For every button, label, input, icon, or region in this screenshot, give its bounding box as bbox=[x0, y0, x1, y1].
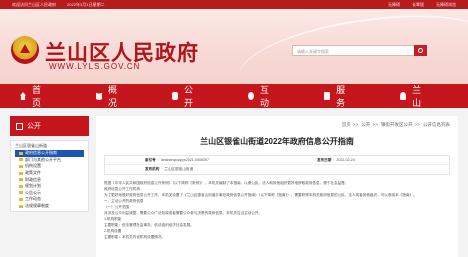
site-url: WWW.LYLS.GOV.CN bbox=[49, 62, 141, 71]
sidebar-tree: 兰山区银雀山街道 政府信息公开指南 部门与其他公开平台 机构设置 政策文件 财政… bbox=[10, 140, 89, 213]
folder-icon bbox=[19, 184, 23, 188]
sidebar-item-label: 法规规章制度 bbox=[25, 203, 49, 209]
sidebar-item-label: 公告公示 bbox=[25, 189, 41, 195]
meta-index: 索引号: lanshanquyq/ys2021-0006397 bbox=[145, 157, 209, 162]
sidebar-item-regulations[interactable]: 法规规章制度 bbox=[15, 203, 84, 210]
meta-row: 发布机构: 兰山区银雀山街道 bbox=[105, 165, 449, 174]
meta-date: 发布日期: 2022-02-24 bbox=[317, 157, 355, 162]
meta-org-value: 兰山区银雀山街道 bbox=[164, 167, 194, 171]
top-bar-links: 无障碍 长辈版 无障碍浏览 bbox=[388, 2, 456, 8]
meta-org-label: 发布机构 bbox=[145, 167, 160, 171]
accessibility-link[interactable]: 无障碍 bbox=[388, 2, 400, 8]
nav-item-public[interactable]: 公开 bbox=[172, 83, 196, 109]
document-meta: 索引号: lanshanquyq/ys2021-0006397 发布日期: 20… bbox=[104, 155, 450, 175]
sidebar: 公开 兰山区银雀山街道 政府信息公开指南 部门与其他公开平台 机构设置 政策文件… bbox=[10, 116, 89, 257]
breadcrumb: 首页 >> 公开 >> 镇街开发区公开 >> 公开信息列表 bbox=[341, 122, 450, 127]
sidebar-item-policies[interactable]: 政策文件 bbox=[15, 170, 84, 177]
meta-row: 索引号: lanshanquyq/ys2021-0006397 发布日期: 20… bbox=[105, 156, 449, 165]
meta-index-label: 索引号 bbox=[145, 157, 156, 162]
nav-label: 概况 bbox=[108, 85, 118, 108]
folder-icon bbox=[19, 158, 23, 162]
search-icon bbox=[418, 48, 423, 53]
sidebar-item-label: 机构设置 bbox=[25, 163, 41, 169]
top-bar-left: 欢迎访问兰山区人民政府 2022年3月1日星期二 bbox=[12, 2, 114, 8]
nav-item-service[interactable]: 服务 bbox=[324, 83, 348, 109]
people-icon bbox=[400, 92, 407, 100]
meta-index-value: lanshanquyq/ys2021-0006397 bbox=[160, 157, 209, 162]
main-area: 公开 兰山区银雀山街道 政府信息公开指南 部门与其他公开平台 机构设置 政策文件… bbox=[0, 108, 468, 257]
site-header: 兰山区人民政府 WWW.LYLS.GOV.CN 请输入关键字搜索 bbox=[0, 9, 468, 84]
nav-label: 互动 bbox=[260, 85, 270, 108]
breadcrumb-town[interactable]: 镇街开发区公开 bbox=[381, 122, 413, 127]
sidebar-heading: 公开 bbox=[10, 116, 89, 136]
sidebar-item-label: 部门与其他公开平台 bbox=[25, 156, 61, 162]
body-paragraph: 为了更好地做好政府信息公开工作，本机关设置了《兰山区银雀山街道办事处政府信息公开… bbox=[104, 193, 417, 197]
nav-item-interaction[interactable]: 互动 bbox=[248, 83, 272, 109]
sidebar-item-organization[interactable]: 机构设置 bbox=[15, 163, 84, 170]
nav-item-home[interactable]: 首页 bbox=[20, 83, 44, 109]
nav-item-lanshan[interactable]: 兰山 bbox=[400, 83, 424, 109]
national-emblem-icon bbox=[11, 36, 39, 64]
nav-label: 首页 bbox=[32, 85, 42, 108]
sidebar-item-label: 工作动态 bbox=[25, 196, 41, 202]
content-panel: 首页 >> 公开 >> 镇街开发区公开 >> 公开信息列表 兰山区银雀山街道2022年… bbox=[96, 116, 458, 257]
meta-org: 发布机构: 兰山区银雀山街道 bbox=[145, 167, 194, 171]
body-paragraph: 主要职能：本机关内设机构设置情况。 bbox=[104, 235, 166, 239]
nav-item-overview[interactable]: 概况 bbox=[96, 83, 120, 109]
breadcrumb-list[interactable]: 公开信息列表 bbox=[423, 122, 450, 127]
welcome-text: 欢迎访问兰山区人民政府 bbox=[12, 1, 56, 7]
breadcrumb-public[interactable]: 公开 bbox=[361, 122, 370, 127]
folder-icon bbox=[19, 178, 23, 182]
folder-icon bbox=[19, 197, 23, 201]
sidebar-item-plans[interactable]: 规划计划 bbox=[15, 183, 84, 190]
meta-date-label: 发布日期 bbox=[317, 157, 332, 162]
search-input[interactable]: 请输入关键字搜索 bbox=[292, 45, 416, 56]
share-icon bbox=[172, 92, 179, 100]
home-icon bbox=[20, 92, 26, 100]
document-title: 兰山区银雀山街道2022年政府信息公开指南 bbox=[200, 137, 354, 146]
sidebar-item-finance[interactable]: 财政信息 bbox=[15, 176, 84, 183]
briefcase-icon bbox=[324, 92, 331, 100]
folder-icon bbox=[19, 151, 23, 155]
meta-date-value: 2022-02-24 bbox=[336, 157, 355, 162]
top-bar: 欢迎访问兰山区人民政府 2022年3月1日星期二 无障碍 长辈版 无障碍浏览 bbox=[0, 0, 468, 9]
document-body: 根据《中华人民共和国政府信息公开条例》（以下简称《条例》），本机关编制了本指南，… bbox=[104, 180, 450, 240]
breadcrumb-home[interactable]: 首页 bbox=[342, 122, 351, 127]
nav-label: 服务 bbox=[336, 85, 346, 108]
sidebar-item-label: 规划计划 bbox=[25, 183, 41, 189]
nav-label: 公开 bbox=[184, 85, 194, 108]
nav-label: 兰山 bbox=[412, 85, 422, 108]
sidebar-item-label: 政府信息公开指南 bbox=[25, 150, 57, 156]
main-nav: 首页 概况 公开 互动 服务 兰山 bbox=[0, 84, 468, 108]
sidebar-tree-root[interactable]: 兰山区银雀山街道 bbox=[15, 143, 84, 149]
sidebar-item-guide[interactable]: 政府信息公开指南 bbox=[15, 150, 84, 157]
folder-icon bbox=[19, 204, 23, 208]
document-icon bbox=[16, 122, 23, 130]
folder-icon bbox=[19, 164, 23, 168]
sidebar-item-label: 财政信息 bbox=[25, 176, 41, 182]
sidebar-heading-label: 公开 bbox=[27, 123, 41, 130]
chat-icon bbox=[248, 92, 255, 100]
sidebar-item-label: 政策文件 bbox=[25, 170, 41, 176]
folder-icon bbox=[19, 191, 23, 195]
elder-mode-link[interactable]: 长辈版 bbox=[412, 2, 424, 8]
folder-icon bbox=[19, 171, 23, 175]
barrier-free-link[interactable]: 无障碍浏览 bbox=[436, 2, 456, 8]
sidebar-item-news[interactable]: 工作动态 bbox=[15, 196, 84, 203]
search-button[interactable] bbox=[414, 45, 427, 56]
book-icon bbox=[96, 92, 103, 100]
date-text: 2022年3月1日星期二 bbox=[67, 1, 105, 7]
